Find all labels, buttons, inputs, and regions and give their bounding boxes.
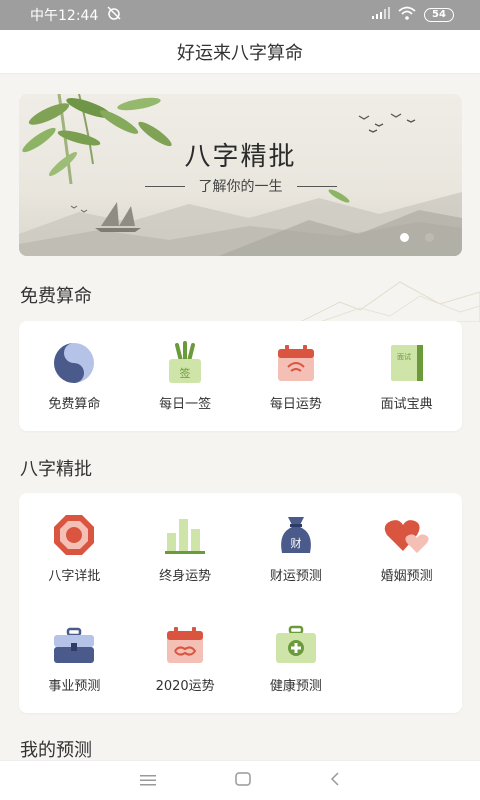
medical-kit-icon [272, 625, 320, 665]
menu-icon[interactable] [139, 771, 156, 790]
marriage-forecast-label: 婚姻预测 [380, 569, 433, 584]
calendar-cloud-icon [161, 625, 209, 665]
alarm-off-icon [106, 5, 122, 25]
bagua-icon [50, 515, 98, 555]
back-icon[interactable] [330, 771, 340, 790]
banner-subtitle: 了解你的一生 [198, 179, 283, 195]
banner-title: 八字精批 [184, 142, 297, 172]
carousel-dot-2[interactable] [425, 233, 434, 242]
carousel-dot-1[interactable] [400, 233, 409, 242]
lifetime-fortune-button[interactable]: 终身运势 [130, 493, 241, 603]
money-bag-glyph: 财 [290, 536, 301, 550]
background-mountain-decoration [300, 281, 480, 322]
wealth-forecast-button[interactable]: 财 财运预测 [241, 493, 352, 603]
carousel-indicator [400, 233, 434, 242]
wealth-forecast-label: 财运预测 [269, 569, 322, 584]
hearts-icon [383, 515, 431, 555]
interview-guide-button[interactable]: 面试 面试宝典 [351, 321, 462, 431]
fortune-2020-button[interactable]: 2020运势 [130, 603, 241, 713]
daily-fortune-label: 每日运势 [269, 397, 322, 412]
bazi-services-card: 八字详批 终身运势 财 财运预测 婚姻预测 事业预测 2020运势 健康预测 [19, 493, 462, 713]
career-forecast-label: 事业预测 [48, 679, 101, 694]
free-fortune-button[interactable]: 免费算命 [19, 321, 130, 431]
daily-fortune-button[interactable]: 每日运势 [241, 321, 352, 431]
interview-guide-label: 面试宝典 [380, 397, 433, 412]
home-icon[interactable] [235, 771, 251, 790]
wifi-icon [398, 6, 416, 24]
daily-lot-label: 每日一签 [159, 397, 212, 412]
section-title-free: 免费算命 [20, 286, 92, 307]
book-glyph: 面试 [397, 352, 411, 361]
bazi-detail-label: 八字详批 [48, 569, 101, 584]
daily-lot-button[interactable]: 签 每日一签 [130, 321, 241, 431]
section-title-bazi: 八字精批 [20, 459, 92, 480]
divider [296, 185, 337, 187]
health-forecast-button[interactable]: 健康预测 [241, 603, 352, 713]
battery-icon: 54 [424, 8, 454, 22]
system-nav-bar [0, 760, 480, 800]
marriage-forecast-button[interactable]: 婚姻预测 [351, 493, 462, 603]
section-title-my-predictions: 我的预测 [20, 740, 92, 760]
calendar-icon [272, 343, 320, 383]
fortune-2020-label: 2020运势 [155, 679, 215, 694]
landscape-illustration [19, 94, 462, 256]
money-bag-icon: 财 [272, 515, 320, 555]
status-bar: 中午12:44 54 [0, 0, 480, 30]
free-services-card: 免费算命 签 每日一签 每日运势 面试 面试宝典 [19, 321, 462, 431]
app-title-bar: 好运来八字算命 [0, 30, 480, 74]
briefcase-icon [50, 625, 98, 665]
status-time: 中午12:44 [30, 8, 99, 24]
divider [144, 185, 185, 187]
banner-subtitle-row: 了解你的一生 [19, 176, 462, 196]
career-forecast-button[interactable]: 事业预测 [19, 603, 130, 713]
lifetime-fortune-label: 终身运势 [159, 569, 212, 584]
fortune-stick-icon: 签 [161, 341, 209, 383]
bar-chart-icon [161, 515, 209, 555]
free-fortune-label: 免费算命 [48, 397, 101, 412]
health-forecast-label: 健康预测 [269, 679, 322, 694]
banner-carousel[interactable]: 八字精批 了解你的一生 [19, 94, 462, 256]
yin-yang-icon [50, 343, 98, 383]
main-content[interactable]: 八字精批 了解你的一生 免费算命 免费算命 签 每日一签 每日运势 面试 面试宝… [0, 74, 480, 760]
book-icon: 面试 [383, 343, 431, 383]
fortune-stick-glyph: 签 [180, 366, 191, 380]
page-title: 好运来八字算命 [177, 42, 303, 64]
signal-icon [372, 7, 390, 23]
bazi-detail-button[interactable]: 八字详批 [19, 493, 130, 603]
